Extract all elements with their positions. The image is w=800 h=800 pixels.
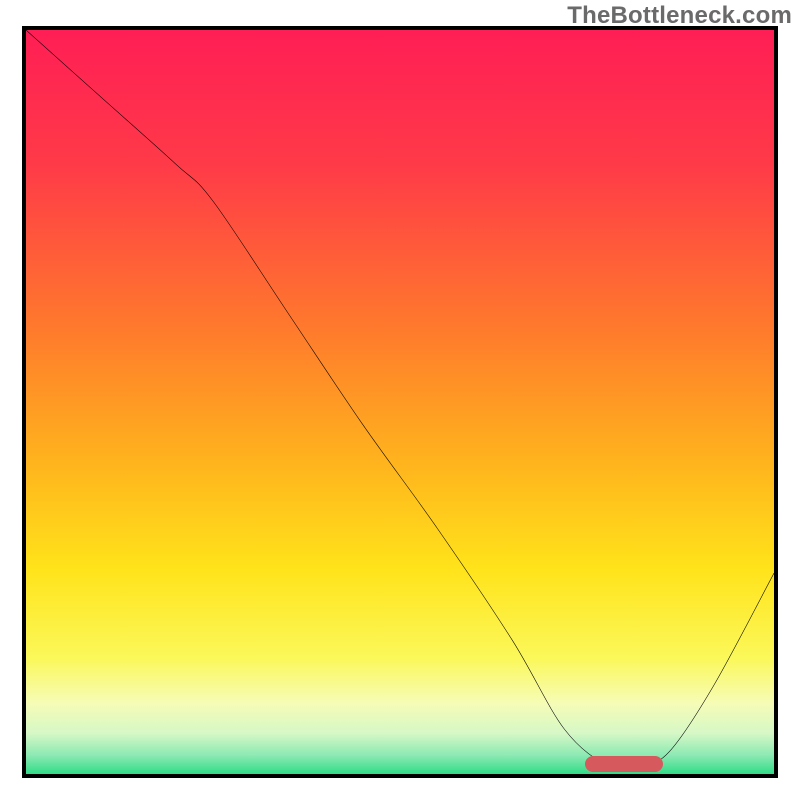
curve-svg <box>26 30 774 774</box>
chart-container: TheBottleneck.com <box>0 0 800 800</box>
optimal-range-marker <box>585 756 663 772</box>
plot-frame <box>22 26 778 778</box>
watermark-text: TheBottleneck.com <box>567 2 792 30</box>
bottleneck-curve-path <box>26 30 774 770</box>
